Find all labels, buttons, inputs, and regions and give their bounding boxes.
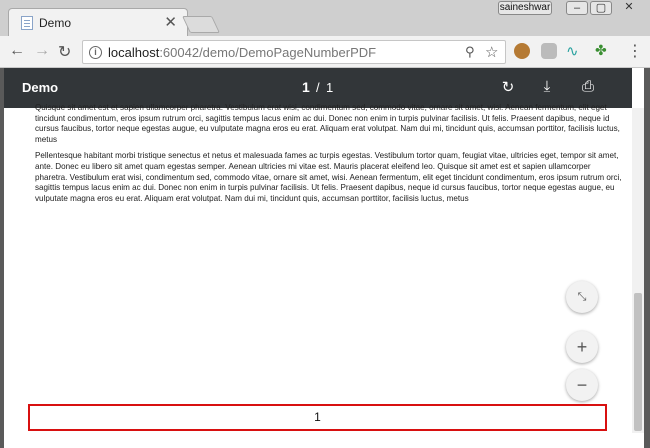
total-pages: 1 xyxy=(326,80,334,95)
footer-page-number: 1 xyxy=(314,410,321,424)
wave-extension-icon[interactable]: ∿ xyxy=(566,42,582,60)
scrollbar[interactable] xyxy=(632,108,644,433)
close-tab-icon[interactable]: ✕ xyxy=(164,13,177,31)
minimize-icon[interactable]: – xyxy=(566,1,588,15)
cookie-extension-icon[interactable] xyxy=(514,43,530,59)
maximize-icon[interactable]: ▢ xyxy=(590,1,612,15)
url-text[interactable]: localhost:60042/demo/DemoPageNumberPDF xyxy=(108,45,376,60)
paragraph: Quisque sit amet est et sapien ullamcorp… xyxy=(35,103,620,144)
viewer-bottom xyxy=(4,437,644,448)
document-icon xyxy=(21,16,33,30)
menu-dots-icon[interactable]: ⋮ xyxy=(627,41,643,61)
current-page-number[interactable]: 1 xyxy=(302,79,310,95)
page-separator: / xyxy=(316,80,320,95)
fit-to-page-icon[interactable]: ⤡ xyxy=(566,281,598,313)
star-icon[interactable]: ☆ xyxy=(485,43,498,61)
shield-extension-icon[interactable] xyxy=(541,43,557,59)
pdf-page-content: Quisque sit amet est et sapien ullamcorp… xyxy=(35,103,625,210)
footer-page-number-box: 1 xyxy=(28,404,607,431)
viewer-edge-right xyxy=(644,68,650,448)
url-host: localhost xyxy=(108,45,160,60)
reload-icon[interactable]: ↻ xyxy=(58,42,71,62)
paragraph: Pellentesque habitant morbi tristique se… xyxy=(35,151,622,203)
info-icon[interactable]: i xyxy=(89,46,102,59)
download-icon[interactable]: ⤓ xyxy=(537,78,557,95)
rotate-icon[interactable]: ↻ xyxy=(498,78,518,96)
close-window-icon[interactable]: ✕ xyxy=(618,1,640,15)
pdf-toolbar: Demo 1 / 1 ↻ ⤓ ⎙ xyxy=(4,68,632,108)
address-bar[interactable]: i localhost:60042/demo/DemoPageNumberPDF… xyxy=(82,40,506,64)
forward-arrow-icon[interactable]: → xyxy=(34,42,50,60)
pdf-title: Demo xyxy=(22,80,59,95)
minus-icon[interactable]: − xyxy=(566,369,598,401)
url-path: :60042/demo/DemoPageNumberPDF xyxy=(159,45,377,60)
profile-button[interactable]: saineshwar xyxy=(498,1,552,15)
title-bar: Demo ✕ saineshwar – ▢ ✕ xyxy=(0,0,650,36)
browser-tab[interactable]: Demo ✕ xyxy=(8,8,188,36)
plus-icon[interactable]: + xyxy=(566,331,598,363)
zoom-icon[interactable]: ⚲ xyxy=(465,44,475,60)
back-arrow-icon[interactable]: ← xyxy=(9,42,25,60)
tab-title: Demo xyxy=(39,16,72,30)
leaf-extension-icon[interactable]: ✤ xyxy=(595,42,611,58)
print-icon[interactable]: ⎙ xyxy=(578,78,598,95)
scroll-thumb[interactable] xyxy=(634,293,642,431)
